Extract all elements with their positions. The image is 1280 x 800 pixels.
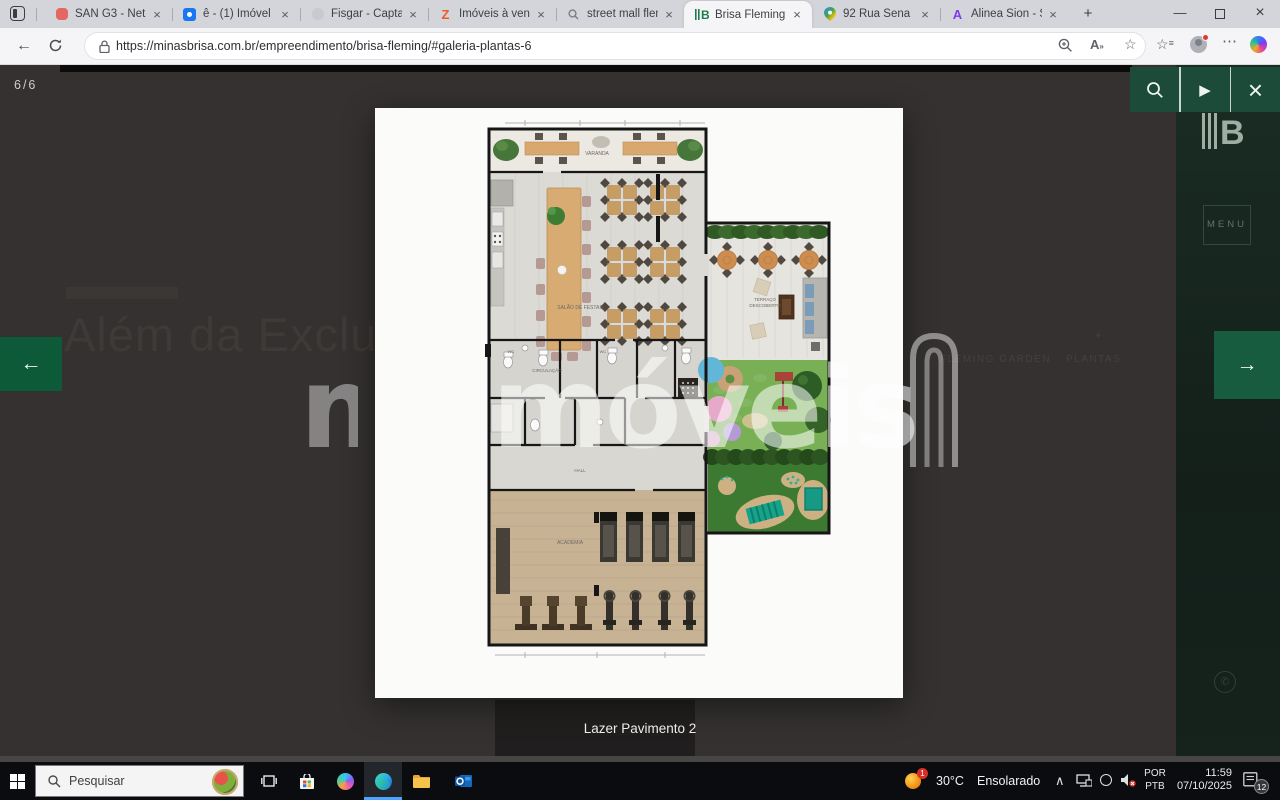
brisa-icon: B [694, 7, 709, 22]
fisgar-icon [310, 7, 325, 22]
collections-icon[interactable]: ☆≡ [1156, 36, 1174, 53]
floorplan-label-varanda: VARANDA [585, 151, 609, 157]
favorite-star-icon[interactable]: ☆ [1124, 36, 1137, 53]
notification-count-badge: 12 [1254, 779, 1269, 794]
back-icon[interactable]: ← [16, 37, 32, 55]
gallery-next-button[interactable]: → [1214, 331, 1280, 399]
svg-text:B: B [701, 8, 709, 21]
background-overline [66, 287, 178, 299]
search-placeholder: Pesquisar [69, 774, 125, 788]
lightbox-overlay: Além da Exclusiv FLEMING GARDEN PLANTAS … [0, 65, 1280, 762]
watermark-text: móveis [492, 353, 916, 465]
tab-fisgar[interactable]: Fisgar - Captaç × [300, 0, 428, 28]
site-sidebar: B MENU ✆ [1176, 65, 1280, 762]
copilot-icon[interactable] [1250, 36, 1267, 58]
task-view-button[interactable] [250, 762, 288, 800]
new-tab-button[interactable]: + [1078, 4, 1098, 24]
volume-muted-icon[interactable] [1120, 773, 1136, 787]
browser-toolbar: ← https://minasbrisa.com.br/empreendimen… [0, 28, 1280, 65]
copilot-taskbar-icon[interactable] [326, 762, 364, 800]
tab-close-icon[interactable]: × [790, 7, 804, 22]
address-bar[interactable]: https://minasbrisa.com.br/empreendimento… [84, 32, 1146, 60]
floorplan-label-terraco: DESCOBERTO [749, 303, 781, 308]
maps-icon [822, 7, 837, 22]
weather-temp[interactable]: 30°C [936, 774, 964, 788]
tab-close-icon[interactable]: × [150, 7, 164, 22]
clock[interactable]: 11:5907/10/2025 [1172, 767, 1232, 793]
window-minimize-button[interactable]: — [1160, 0, 1200, 28]
lightbox-play-button[interactable]: ▶ [1181, 67, 1230, 112]
blue-app-icon [182, 7, 197, 22]
page-header-strip [60, 65, 1132, 72]
taskbar-search-box[interactable]: Pesquisar [35, 765, 244, 797]
language-indicator[interactable]: PORPTB [1142, 767, 1168, 793]
tab-close-icon[interactable]: × [534, 7, 548, 22]
gallery-counter: 6/6 [14, 78, 37, 92]
floorplan-label-academia: ACADEMIA [557, 540, 584, 546]
edge-taskbar-icon[interactable] [364, 762, 402, 800]
refresh-icon[interactable] [48, 38, 63, 53]
tab-imovel[interactable]: ê - (1) Imóvel se × [172, 0, 300, 28]
settings-menu-icon[interactable]: ⋯ [1222, 32, 1238, 50]
lightbox-zoom-button[interactable] [1130, 67, 1179, 112]
weather-condition[interactable]: Ensolarado [977, 774, 1040, 788]
tab-alinea[interactable]: A Alinea Sion - St × [940, 0, 1068, 28]
search-highlight-image [212, 769, 238, 795]
file-explorer-icon[interactable] [402, 762, 440, 800]
tab-close-icon[interactable]: × [662, 7, 676, 22]
window-close-button[interactable]: × [1240, 0, 1280, 28]
tab-close-icon[interactable]: × [918, 7, 932, 22]
profile-avatar[interactable] [1190, 36, 1207, 58]
browser-tab-strip: SAN G3 - Netim × ê - (1) Imóvel se × Fis… [0, 0, 1280, 28]
watermark-fragment: m [300, 353, 358, 465]
tab-actions-icon[interactable] [10, 6, 25, 21]
floorplan-label-terraco: TERRAÇO [754, 297, 777, 302]
read-aloud-icon[interactable]: A» [1090, 37, 1104, 52]
tab-maps[interactable]: 92 Rua Sena Ma × [812, 0, 940, 28]
background-nav-marker: ✦ [1094, 331, 1102, 342]
weather-badge: 1 [917, 768, 928, 779]
window-maximize-button[interactable] [1200, 0, 1240, 28]
windows-taskbar: Pesquisar 1 30°C Ensolarado ∧ PORPTB 11:… [0, 762, 1280, 800]
tab-close-icon[interactable]: × [1046, 7, 1060, 22]
search-icon [48, 775, 61, 788]
menu-button[interactable]: MENU [1203, 205, 1251, 245]
tab-close-icon[interactable]: × [406, 7, 420, 22]
alinea-icon: A [950, 7, 965, 22]
whatsapp-icon[interactable]: ✆ [1214, 671, 1236, 693]
outlook-icon[interactable] [444, 762, 482, 800]
floorplan-label-salao: SALÃO DE FESTAS [557, 304, 603, 311]
gallery-prev-button[interactable]: ← [0, 337, 62, 391]
svg-text:B: B [1220, 114, 1245, 151]
tray-circle-icon[interactable] [1100, 774, 1112, 786]
weather-icon[interactable]: 1 [905, 771, 925, 791]
background-nav-item: PLANTAS [1066, 354, 1121, 365]
notification-center-icon[interactable]: 12 [1243, 772, 1263, 790]
netimoveis-icon [54, 7, 69, 22]
lock-icon [99, 40, 110, 53]
image-caption: Lazer Pavimento 2 [0, 721, 1280, 736]
tray-chevron-icon[interactable]: ∧ [1055, 773, 1065, 789]
microsoft-store-icon[interactable] [288, 762, 326, 800]
search-icon [566, 7, 581, 22]
watermark-logo [903, 327, 965, 467]
brisa-sidebar-logo: B [1202, 111, 1248, 151]
start-button[interactable] [0, 762, 34, 800]
lightbox-controls: ▶ × [1130, 67, 1280, 112]
profile-notification-dot [1202, 34, 1209, 41]
network-display-icon[interactable] [1076, 774, 1092, 787]
zoom-page-icon[interactable] [1058, 38, 1073, 53]
tab-brisa-fleming-active[interactable]: B Brisa Fleming | N × [684, 1, 812, 28]
tab-zap-imoveis[interactable]: Z Imóveis à venda × [428, 0, 556, 28]
url-text: https://minasbrisa.com.br/empreendimento… [116, 39, 531, 53]
tab-close-icon[interactable]: × [278, 7, 292, 22]
tab-san-g3[interactable]: SAN G3 - Netim × [44, 0, 172, 28]
tab-street-mall[interactable]: street mall flem × [556, 0, 684, 28]
lightbox-close-button[interactable]: × [1231, 67, 1280, 112]
zap-icon: Z [438, 7, 453, 22]
